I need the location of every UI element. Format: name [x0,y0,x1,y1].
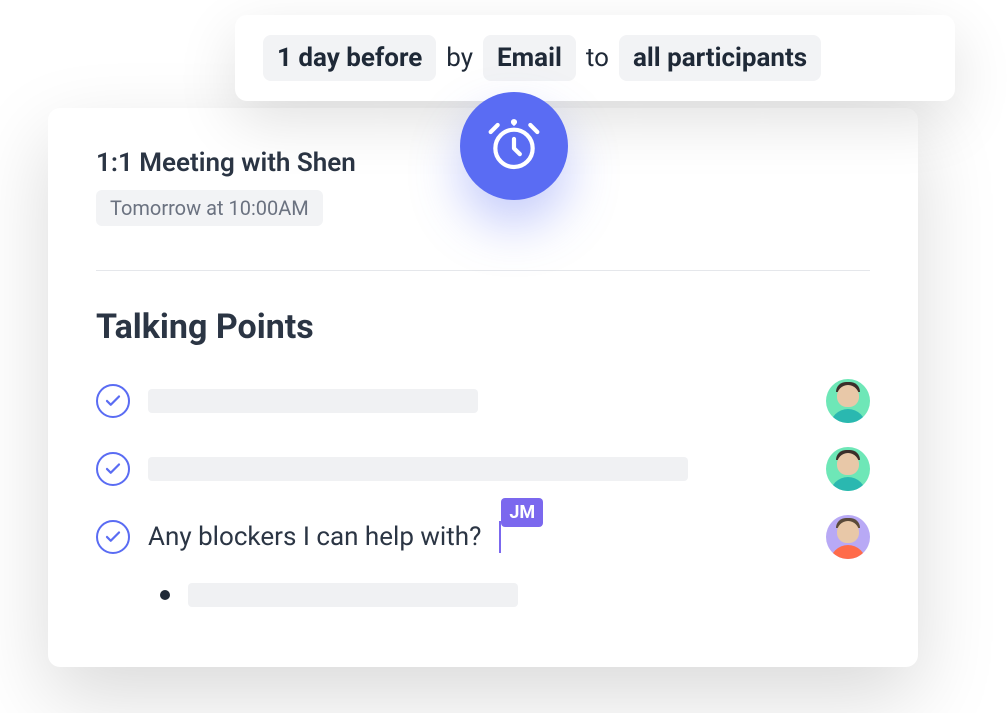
talking-point-row [96,379,870,423]
reminder-timing-pill[interactable]: 1 day before [263,35,436,81]
checkbox[interactable] [96,384,130,418]
section-title: Talking Points [96,307,870,347]
reminder-method-pill[interactable]: Email [483,35,576,81]
avatar[interactable] [826,379,870,423]
sub-point-row [160,583,870,607]
divider [96,270,870,271]
checkbox[interactable] [96,452,130,486]
talking-point-text[interactable]: Any blockers I can help with? [148,522,481,552]
reminder-connector-by: by [446,43,473,73]
alarm-clock-icon [460,92,568,200]
talking-point-placeholder[interactable] [148,389,478,413]
collaboration-cursor: JM [499,521,501,553]
sub-point-placeholder[interactable] [188,583,518,607]
reminder-recipients-pill[interactable]: all participants [619,35,821,81]
talking-point-row [96,447,870,491]
bullet-icon [160,590,170,600]
talking-point-row: Any blockers I can help with? JM [96,515,870,559]
avatar[interactable] [826,515,870,559]
reminder-connector-to: to [586,43,609,73]
cursor-initials: JM [501,498,543,527]
meeting-card: 1:1 Meeting with Shen Tomorrow at 10:00A… [48,108,918,667]
reminder-bar: 1 day before by Email to all participant… [235,15,955,101]
avatar[interactable] [826,447,870,491]
meeting-time-badge: Tomorrow at 10:00AM [96,190,323,226]
talking-point-placeholder[interactable] [148,457,688,481]
checkbox[interactable] [96,520,130,554]
